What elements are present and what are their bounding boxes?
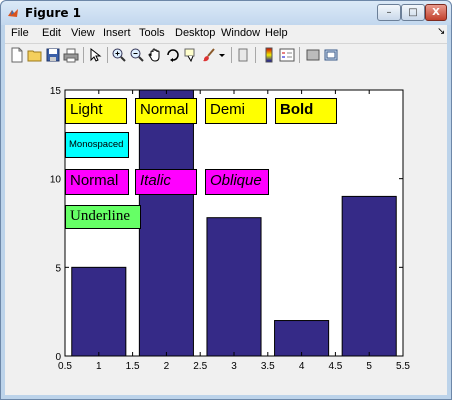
- toolbar-separator: [83, 47, 84, 63]
- y-tick-label: 15: [50, 86, 62, 97]
- zoom-in-icon[interactable]: [111, 47, 127, 63]
- brush-dropdown-icon[interactable]: [217, 47, 227, 63]
- zoom-out-icon[interactable]: [129, 47, 145, 63]
- insert-colorbar-icon[interactable]: [261, 47, 277, 63]
- annotation-text: Underline: [70, 208, 130, 224]
- annotation-text: Light: [70, 101, 103, 118]
- toolbar-separator: [299, 47, 300, 63]
- annotation-text: Oblique: [210, 172, 262, 189]
- brush-icon[interactable]: [201, 47, 217, 63]
- bar-2: [138, 89, 194, 357]
- bar-1: [71, 266, 127, 357]
- new-figure-icon[interactable]: [9, 47, 25, 63]
- menu-window[interactable]: Window: [221, 27, 260, 39]
- window-title: Figure 1: [25, 6, 82, 20]
- bar-5: [341, 195, 397, 357]
- maximize-button[interactable]: □: [401, 4, 425, 21]
- show-plot-tools-icon[interactable]: [323, 47, 339, 63]
- figure-window: Figure 1 – □ X File Edit View Insert Too…: [0, 0, 452, 400]
- x-tick-label: 5.5: [396, 361, 410, 372]
- annotation-text: Italic: [140, 172, 171, 189]
- annotation-oblique[interactable]: Oblique: [205, 169, 269, 195]
- pan-icon[interactable]: [147, 47, 163, 63]
- dock-figure-icon[interactable]: ↘: [437, 26, 445, 37]
- toolbar-separator: [231, 47, 232, 63]
- bar-3: [206, 217, 262, 357]
- annotation-text: Demi: [210, 101, 246, 118]
- y-tick-label: 10: [50, 175, 62, 186]
- annotation-monospaced[interactable]: Monospaced: [65, 132, 129, 158]
- figure-canvas: 0.5 1 1.5 2 2.5 3 3.5 4 4.5 5 5.5 0 5 10 15 Light Norma…: [5, 66, 447, 395]
- menu-view[interactable]: View: [71, 27, 95, 39]
- title-bar[interactable]: Figure 1 – □ X: [1, 1, 451, 25]
- data-cursor-icon[interactable]: [183, 47, 199, 63]
- menu-file[interactable]: File: [11, 27, 29, 39]
- annotation-text: Normal: [70, 172, 119, 189]
- annotation-bold[interactable]: Bold: [275, 98, 337, 124]
- menu-desktop[interactable]: Desktop: [175, 27, 215, 39]
- y-tick-label: 0: [55, 352, 61, 363]
- x-tick-label: 5: [366, 361, 372, 372]
- rotate-3d-icon[interactable]: [165, 47, 181, 63]
- menu-insert[interactable]: Insert: [103, 27, 131, 39]
- annotation-text: Bold: [280, 101, 314, 118]
- annotation-italic[interactable]: Italic: [135, 169, 197, 195]
- save-icon[interactable]: [45, 47, 61, 63]
- x-tick-label: 1.5: [126, 361, 140, 372]
- menu-bar: File Edit View Insert Tools Desktop Wind…: [5, 25, 447, 43]
- link-plot-icon[interactable]: [235, 47, 251, 63]
- annotation-demi[interactable]: Demi: [205, 98, 267, 124]
- annotation-light[interactable]: Light: [65, 98, 127, 124]
- x-tick-label: 1: [96, 361, 102, 372]
- print-icon[interactable]: [63, 47, 79, 63]
- insert-legend-icon[interactable]: [279, 47, 295, 63]
- open-file-icon[interactable]: [27, 47, 43, 63]
- menu-tools[interactable]: Tools: [139, 27, 165, 39]
- menu-edit[interactable]: Edit: [42, 27, 61, 39]
- menu-help[interactable]: Help: [265, 27, 288, 39]
- minimize-button[interactable]: –: [377, 4, 401, 21]
- x-tick-label: 4.5: [328, 361, 342, 372]
- annotation-text: Monospaced: [69, 139, 124, 150]
- toolbar-separator: [255, 47, 256, 63]
- annotation-underline[interactable]: Underline: [65, 205, 141, 229]
- y-tick-label: 5: [55, 263, 61, 274]
- x-tick-label: 2.5: [193, 361, 207, 372]
- x-tick-label: 2: [164, 361, 170, 372]
- matlab-logo-icon: [8, 9, 18, 17]
- annotation-normal[interactable]: Normal: [135, 98, 197, 124]
- bar-4: [274, 320, 330, 357]
- hide-plot-tools-icon[interactable]: [305, 47, 321, 63]
- x-tick-label: 3: [231, 361, 237, 372]
- toolbar-separator: [107, 47, 108, 63]
- close-button[interactable]: X: [425, 4, 447, 21]
- x-tick-label: 4: [299, 361, 305, 372]
- edit-plot-icon[interactable]: [87, 47, 103, 63]
- annotation-text: Normal: [140, 101, 189, 118]
- x-tick-label: 3.5: [261, 361, 275, 372]
- annotation-normal-magenta[interactable]: Normal: [65, 169, 129, 195]
- figure-toolbar: [5, 43, 447, 67]
